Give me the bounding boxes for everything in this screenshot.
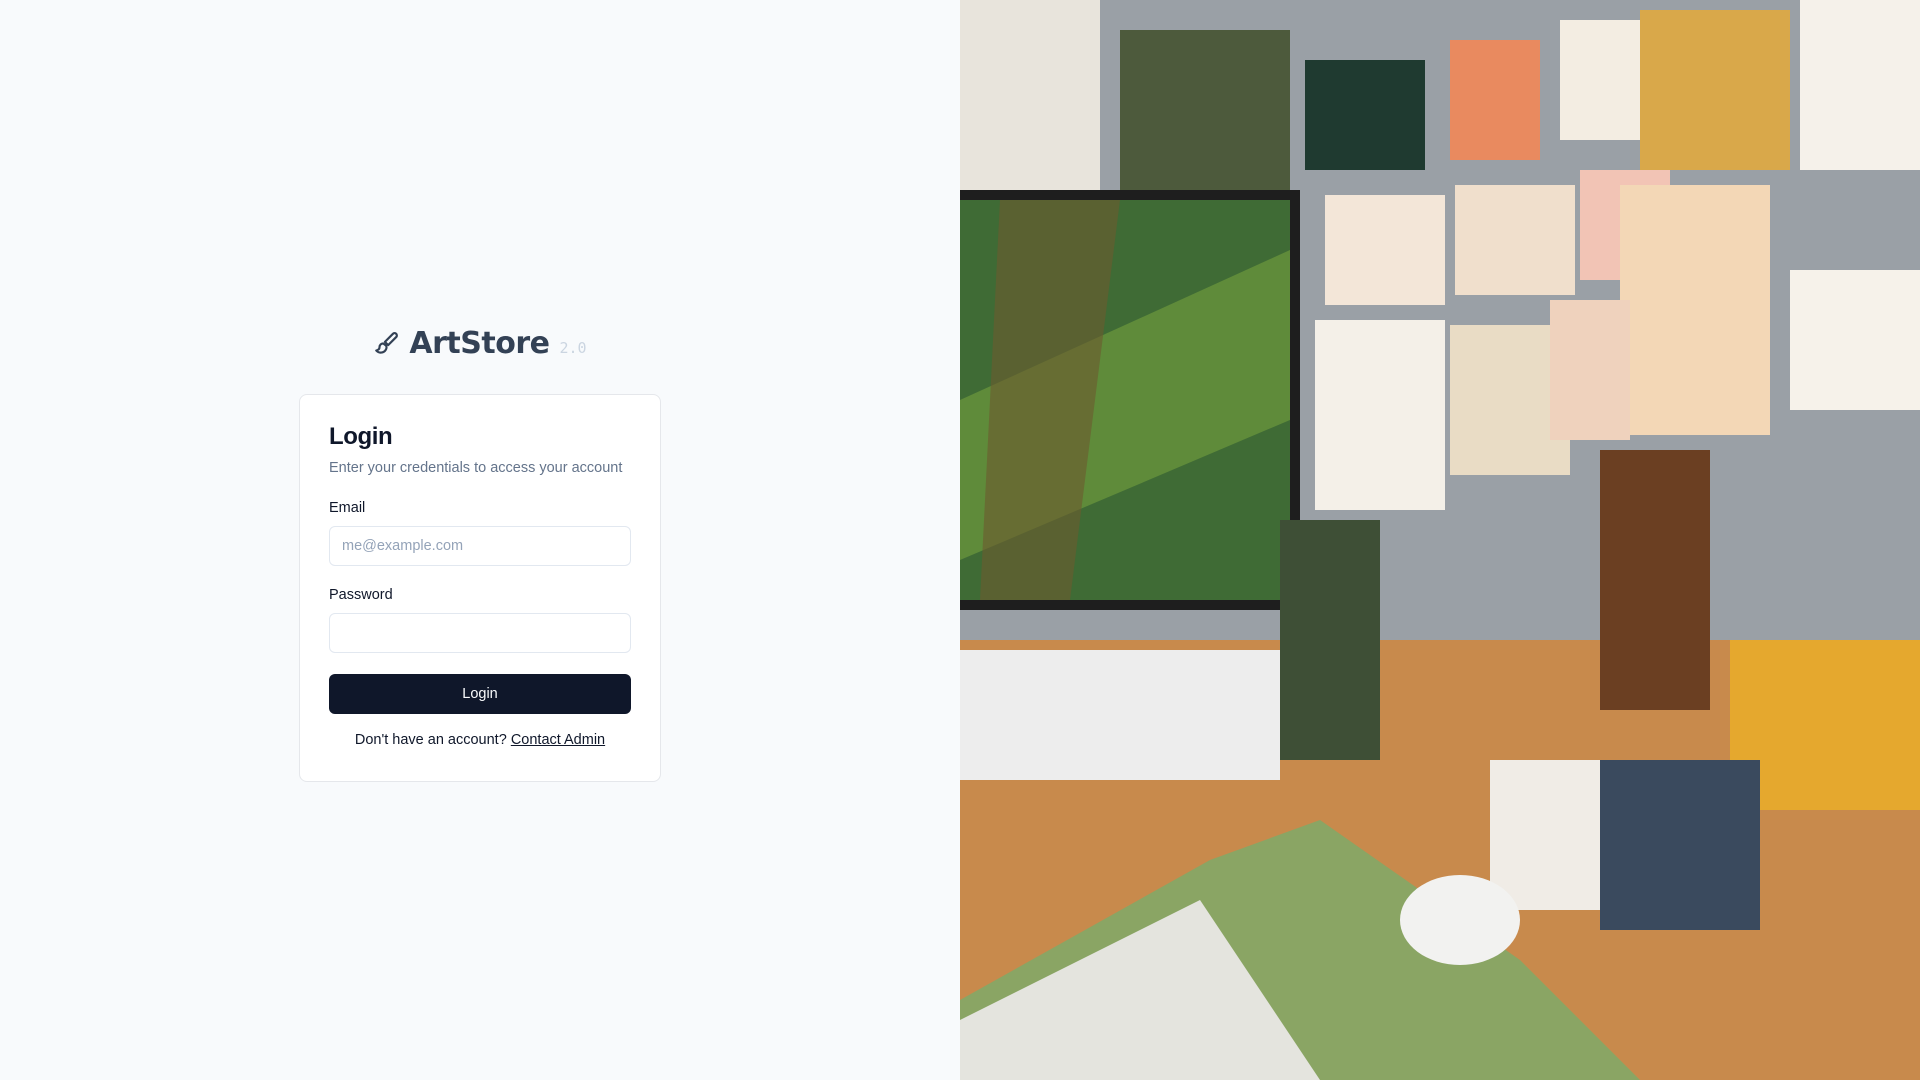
email-label: Email	[329, 500, 366, 516]
login-panel: ArtStore 2.0 Login Enter your credential…	[0, 0, 960, 1080]
brand-logo: ArtStore 2.0	[0, 326, 960, 361]
card-title: Login	[329, 423, 393, 450]
password-field[interactable]	[329, 613, 631, 653]
artist-desk-photo	[960, 0, 1920, 1080]
signup-prompt: Don't have an account? Contact Admin	[329, 732, 631, 748]
password-label: Password	[329, 587, 393, 603]
contact-admin-link[interactable]: Contact Admin	[511, 732, 605, 748]
brand-version: 2.0	[559, 339, 587, 357]
login-button[interactable]: Login	[329, 674, 631, 714]
card-subtitle: Enter your credentials to access your ac…	[329, 460, 623, 476]
login-card: Login Enter your credentials to access y…	[299, 394, 661, 782]
hero-image	[960, 0, 1920, 1080]
email-field[interactable]	[329, 526, 631, 566]
signup-prompt-text: Don't have an account?	[354, 732, 507, 748]
paintbrush-icon	[375, 331, 399, 354]
brand-name: ArtStore	[409, 326, 550, 361]
